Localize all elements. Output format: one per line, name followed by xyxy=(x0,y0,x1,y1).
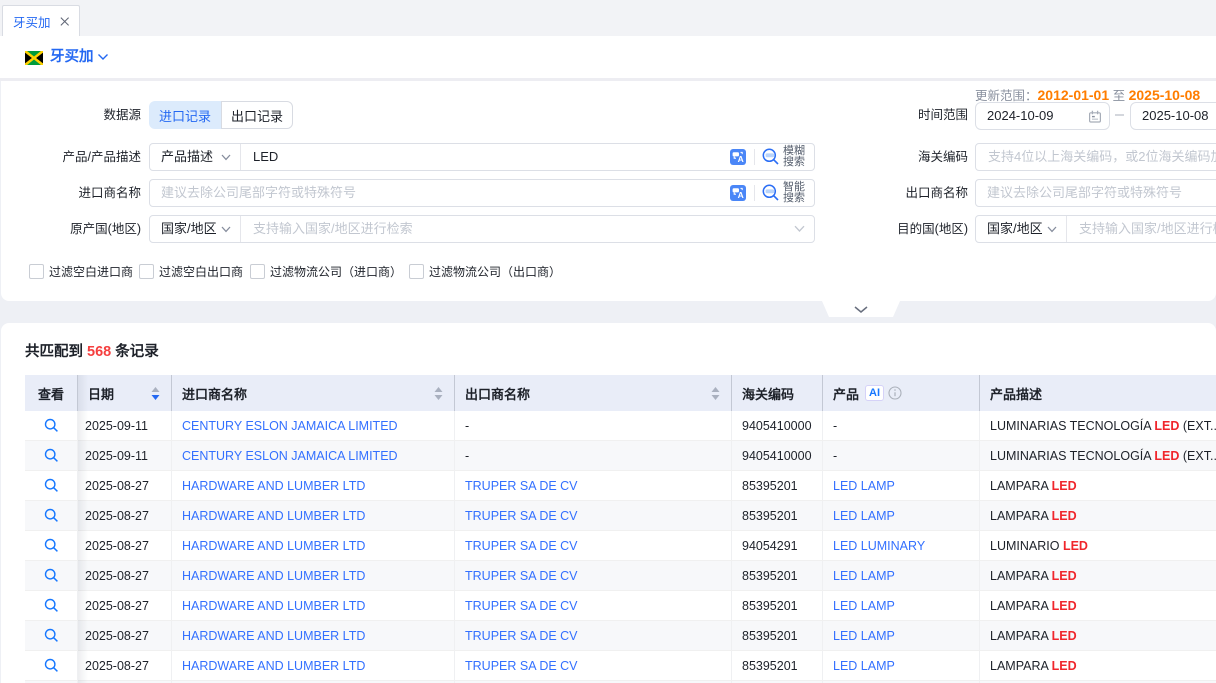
svg-text:A: A xyxy=(738,190,744,200)
svg-text:A: A xyxy=(738,154,744,164)
